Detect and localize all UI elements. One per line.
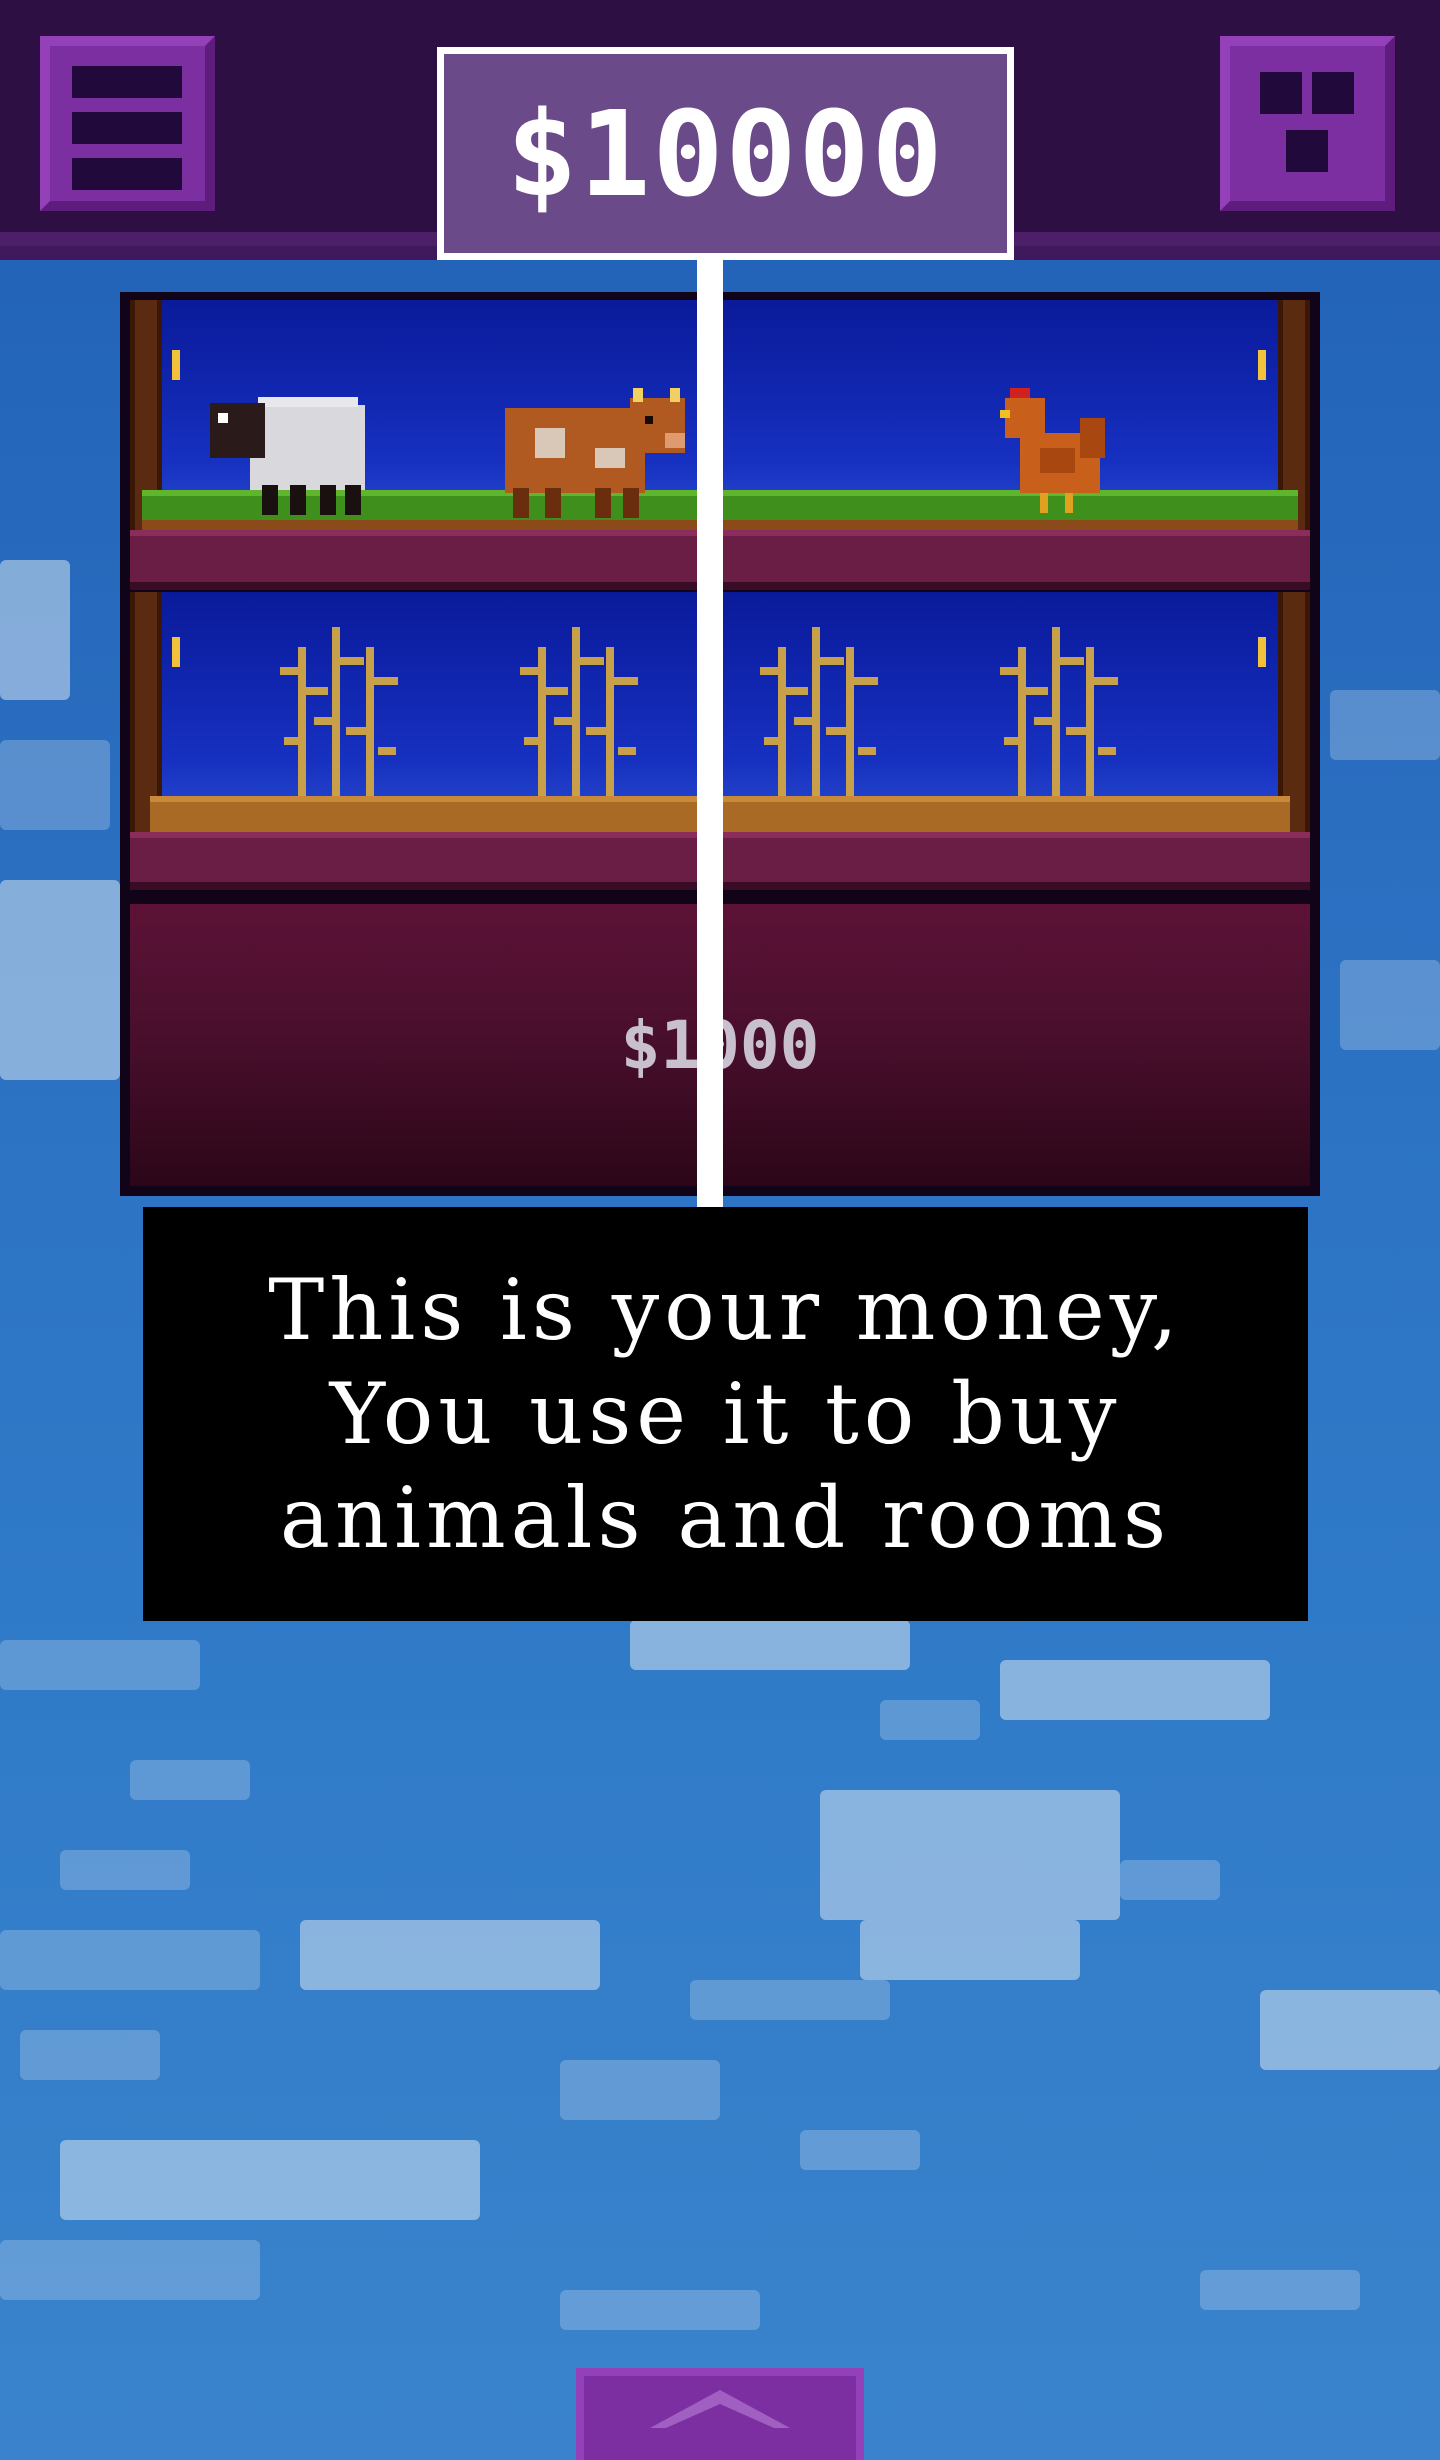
corn-icon[interactable] (990, 627, 1130, 807)
tutorial-pointer (697, 258, 723, 1208)
sheep-icon[interactable] (210, 385, 370, 515)
scroll-up-button[interactable] (576, 2368, 864, 2460)
chicken-icon[interactable] (1000, 388, 1110, 518)
cow-icon[interactable] (505, 388, 685, 518)
money-display[interactable]: $10000 (437, 47, 1014, 260)
corn-icon[interactable] (510, 627, 650, 807)
tutorial-line-1: This is your money, (268, 1261, 1183, 1359)
tutorial-line-3: animals and rooms (279, 1469, 1172, 1567)
chevron-up-icon (650, 2390, 790, 2428)
top-hud: $10000 (0, 0, 1440, 260)
corn-icon[interactable] (270, 627, 410, 807)
menu-button[interactable] (40, 36, 215, 211)
money-amount: $10000 (506, 84, 945, 223)
corn-icon[interactable] (750, 627, 890, 807)
tutorial-tooltip[interactable]: This is your money, You use it to buy an… (143, 1207, 1308, 1621)
rooms-button[interactable] (1220, 36, 1395, 211)
tutorial-line-2: You use it to buy (329, 1365, 1122, 1463)
